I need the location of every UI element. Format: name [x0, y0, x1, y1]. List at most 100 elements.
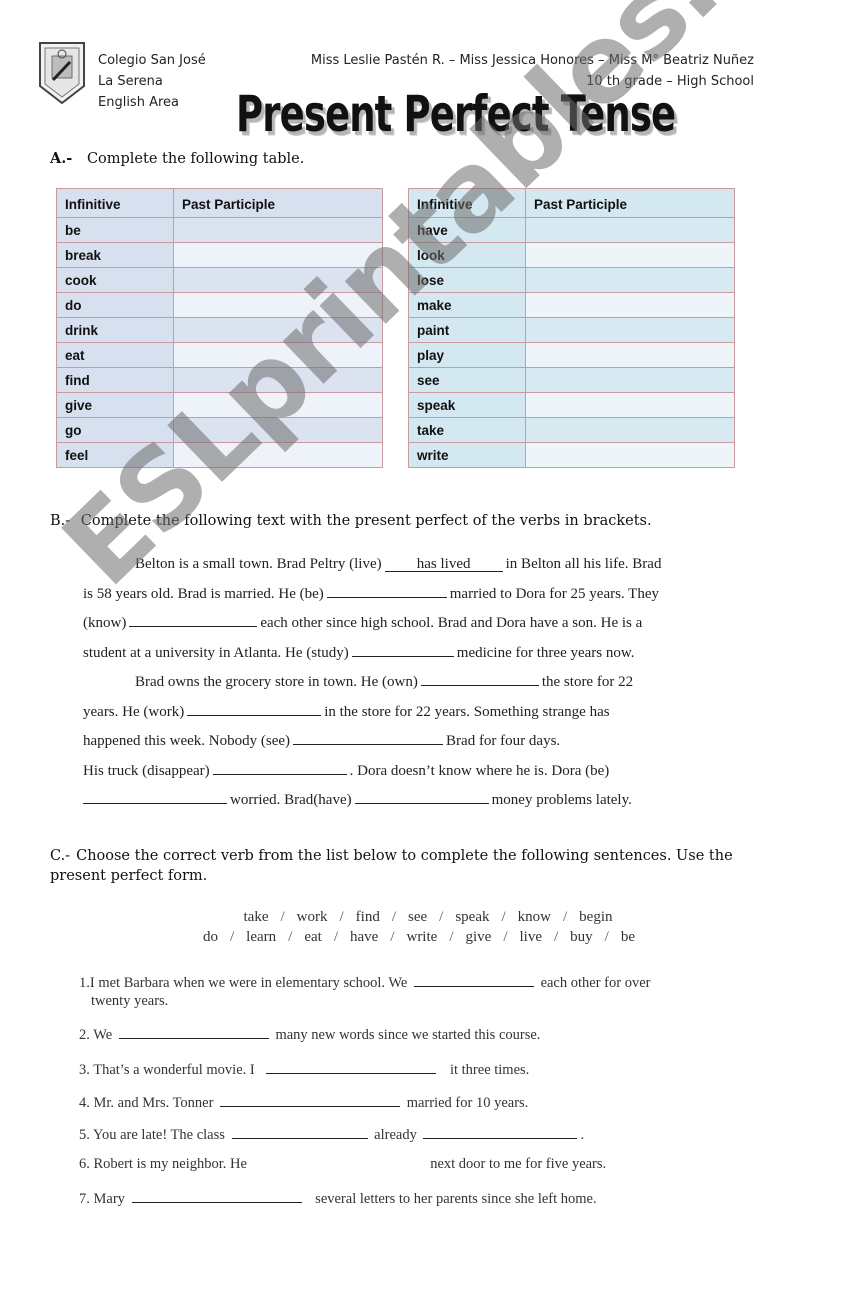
- table-row: give: [56, 392, 383, 418]
- answer-blank[interactable]: [293, 730, 444, 745]
- infinitive-cell: go: [56, 417, 174, 443]
- table-row: do: [56, 292, 383, 318]
- school-crest-icon: [37, 40, 87, 106]
- past-participle-cell[interactable]: [525, 267, 735, 293]
- past-participle-cell[interactable]: [525, 442, 735, 468]
- past-participle-cell[interactable]: [525, 392, 735, 418]
- section-b-instruction: Complete the following text with the pre…: [80, 513, 652, 529]
- answer-blank[interactable]: [354, 789, 489, 804]
- table-row: speak: [408, 392, 735, 418]
- infinitive-cell: eat: [56, 342, 174, 368]
- verb-option: do: [203, 929, 218, 945]
- section-c-letter: C.-: [50, 848, 71, 864]
- past-participle-cell[interactable]: [173, 367, 383, 393]
- sentence-7: 7. Mary several letters to her parents s…: [79, 1188, 739, 1220]
- sentence-6: 6. Robert is my neighbor. He next door t…: [79, 1156, 607, 1172]
- past-participle-cell[interactable]: [525, 367, 735, 393]
- answer-blank[interactable]: [118, 1024, 269, 1039]
- text-line: His truck (disappear). Dora doesn’t know…: [83, 757, 743, 787]
- section-a-heading: A.- Complete the following table.: [50, 150, 304, 167]
- past-participle-cell[interactable]: [525, 317, 735, 343]
- answer-blank[interactable]: [187, 701, 322, 716]
- text-line: years. He (work) in the store for 22 year…: [83, 698, 743, 728]
- table-row: eat: [56, 342, 383, 368]
- verb-option: write: [406, 929, 438, 945]
- past-participle-cell[interactable]: [173, 317, 383, 343]
- answer-blank[interactable]: [212, 760, 347, 775]
- answer-blank[interactable]: [129, 612, 258, 627]
- table-row: look: [408, 242, 735, 268]
- answer-blank[interactable]: [351, 642, 454, 657]
- separator: /: [333, 929, 338, 945]
- answer-blank[interactable]: [83, 789, 227, 804]
- past-participle-cell[interactable]: [173, 292, 383, 318]
- text-line: worried. Brad(have) money problems lately…: [83, 786, 743, 816]
- answer-blank[interactable]: has lived: [384, 557, 503, 572]
- section-a-letter: A.-: [50, 150, 73, 167]
- answer-blank[interactable]: [231, 1124, 368, 1139]
- answer-blank[interactable]: [326, 583, 447, 598]
- table-row: be: [56, 217, 383, 243]
- text-line: Brad owns the grocery store in town. He …: [83, 668, 743, 698]
- verb-option: find: [355, 909, 380, 925]
- separator: /: [604, 929, 609, 945]
- answer-blank[interactable]: [423, 1124, 578, 1139]
- infinitive-cell: cook: [56, 267, 174, 293]
- past-participle-cell[interactable]: [173, 217, 383, 243]
- table-row: drink: [56, 317, 383, 343]
- past-participle-cell[interactable]: [173, 417, 383, 443]
- infinitive-cell: play: [408, 342, 526, 368]
- verb-table-right: Infinitive Past Participle have look lose m…: [408, 188, 735, 468]
- past-participle-cell[interactable]: [173, 392, 383, 418]
- answer-blank[interactable]: [131, 1188, 302, 1203]
- separator: /: [390, 929, 395, 945]
- verb-bank-row: do / learn / eat / have / write / give / live / buy / be: [0, 929, 850, 949]
- section-c-heading: C.- Choose the correct verb from the list…: [50, 846, 780, 886]
- verb-option: be: [620, 929, 635, 945]
- past-participle-cell[interactable]: [173, 342, 383, 368]
- infinitive-cell: speak: [408, 392, 526, 418]
- page-title: Present Perfect Tense: [236, 86, 676, 144]
- verb-option: begin: [579, 909, 613, 925]
- verb-table-left: Infinitive Past Participle be break cook do…: [56, 188, 383, 468]
- table-row: make: [408, 292, 735, 318]
- text-line: student at a university in Atlanta. He (…: [83, 639, 743, 669]
- past-participle-cell[interactable]: [525, 242, 735, 268]
- answer-blank[interactable]: [420, 671, 539, 686]
- infinitive-cell: paint: [408, 317, 526, 343]
- text-line: happened this week. Nobody (see) Brad for…: [83, 727, 743, 757]
- infinitive-cell: drink: [56, 317, 174, 343]
- answer-blank[interactable]: [413, 972, 534, 987]
- sentence-3: 3. That’s a wonderful movie. I it three …: [79, 1059, 739, 1092]
- past-participle-cell[interactable]: [525, 417, 735, 443]
- verb-option: see: [408, 909, 428, 925]
- verb-option: speak: [455, 909, 490, 925]
- infinitive-cell: look: [408, 242, 526, 268]
- infinitive-cell: find: [56, 367, 174, 393]
- separator: /: [503, 929, 508, 945]
- past-participle-cell[interactable]: [525, 292, 735, 318]
- verb-bank-row: take / work / find / see / speak / know / begin: [0, 909, 850, 929]
- separator: /: [280, 909, 285, 925]
- section-b-heading: B.- Complete the following text with the…: [50, 513, 652, 529]
- separator: /: [230, 929, 235, 945]
- past-participle-cell[interactable]: [525, 217, 735, 243]
- answer-blank[interactable]: [220, 1092, 401, 1107]
- sentence-5: 5. You are late! The class already .: [79, 1124, 739, 1156]
- column-header-past-participle: Past Participle: [525, 188, 735, 218]
- school-info: Colegio San José La Serena English Area: [98, 50, 206, 113]
- past-participle-cell[interactable]: [173, 242, 383, 268]
- table-row: break: [56, 242, 383, 268]
- verb-option: give: [465, 929, 492, 945]
- infinitive-cell: have: [408, 217, 526, 243]
- section-a-instruction: Complete the following table.: [86, 151, 305, 167]
- infinitive-cell: be: [56, 217, 174, 243]
- past-participle-cell[interactable]: [173, 442, 383, 468]
- section-b-text: Belton is a small town. Brad Peltry (liv…: [83, 550, 743, 816]
- verb-option: learn: [246, 929, 277, 945]
- past-participle-cell[interactable]: [173, 267, 383, 293]
- answer-blank[interactable]: [266, 1059, 437, 1074]
- sentence-list: 1.I met Barbara when we were in elementa…: [79, 972, 739, 1220]
- past-participle-cell[interactable]: [525, 342, 735, 368]
- verb-option: work: [296, 909, 328, 925]
